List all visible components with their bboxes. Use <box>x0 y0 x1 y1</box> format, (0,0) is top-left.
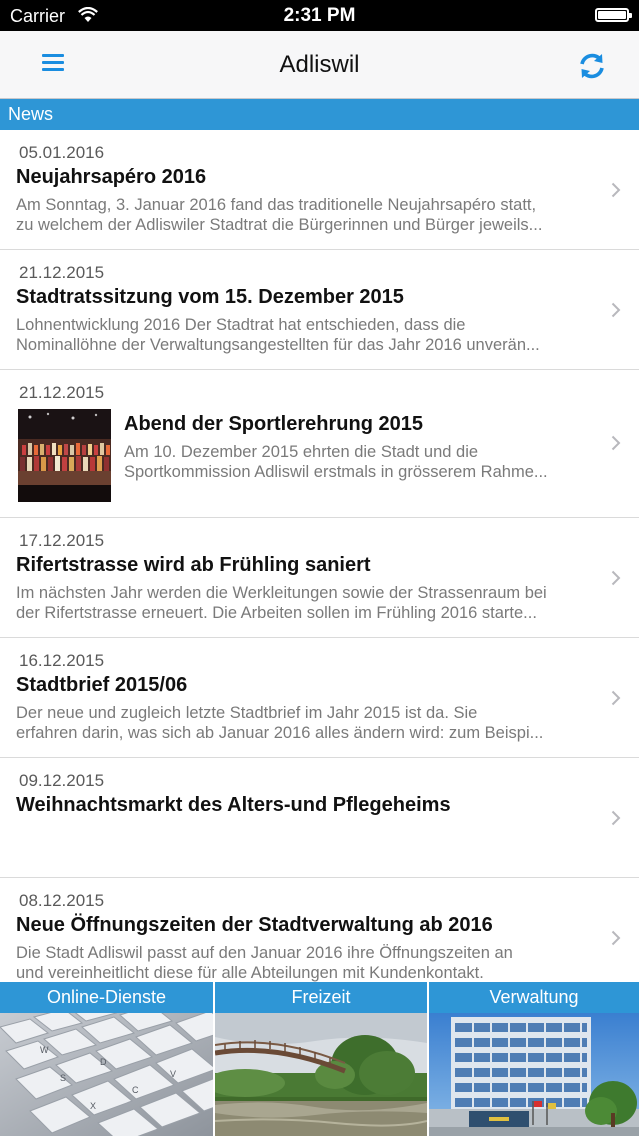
news-teaser-line: und vereinheitlicht diese für alle Abtei… <box>16 964 484 982</box>
tile-verwaltung[interactable]: Verwaltung <box>429 982 639 1136</box>
news-teaser-line: zu welchem der Adliswiler Stadtrat die B… <box>16 216 543 234</box>
news-teaser-line: Am Sonntag, 3. Januar 2016 fand das trad… <box>16 196 537 214</box>
chevron-right-icon <box>611 182 621 198</box>
news-teaser: Am Sonntag, 3. Januar 2016 fand das trad… <box>16 195 604 235</box>
news-item[interactable]: 17.12.2015 Rifertstrasse wird ab Frühlin… <box>0 518 639 638</box>
chevron-right-icon <box>611 302 621 318</box>
news-teaser: Lohnentwicklung 2016 Der Stadtrat hat en… <box>16 315 604 355</box>
news-teaser-line: erfahren darin, was sich ab Januar 2016 … <box>16 724 544 742</box>
news-date: 21.12.2015 <box>19 383 105 402</box>
news-item[interactable]: 16.12.2015 Stadtbrief 2015/06 Der neue u… <box>0 638 639 758</box>
news-item[interactable]: 08.12.2015 Neue Öffnungszeiten der Stadt… <box>0 878 639 982</box>
news-item[interactable]: 05.01.2016 Neujahrsapéro 2016 Am Sonntag… <box>0 130 639 250</box>
news-teaser-line: Am 10. Dezember 2015 ehrten die Stadt un… <box>124 443 479 461</box>
news-teaser-line: Lohnentwicklung 2016 Der Stadtrat hat en… <box>16 316 466 334</box>
news-teaser-line: Die Stadt Adliswil passt auf den Januar … <box>16 944 513 962</box>
news-title: Rifertstrasse wird ab Frühling saniert <box>16 554 371 576</box>
news-title: Abend der Sportlerehrung 2015 <box>124 413 423 435</box>
battery-icon <box>595 8 632 22</box>
news-item[interactable]: 21.12.2015 Stadtratssitzung vom 15. Deze… <box>0 250 639 370</box>
section-header-news: News <box>0 99 639 130</box>
tile-label: Online-Dienste <box>0 982 213 1013</box>
status-bar: Carrier 2:31 PM <box>0 0 639 31</box>
chevron-right-icon <box>611 435 621 451</box>
news-teaser: Die Stadt Adliswil passt auf den Januar … <box>16 943 604 982</box>
news-teaser: Im nächsten Jahr werden die Werkleitunge… <box>16 583 604 623</box>
news-date: 17.12.2015 <box>19 531 105 550</box>
news-teaser-line: Nominallöhne der Verwaltungsangestellten… <box>16 336 540 354</box>
svg-text:V: V <box>170 1069 176 1079</box>
news-teaser: Am 10. Dezember 2015 ehrten die Stadt un… <box>124 442 590 482</box>
svg-text:C: C <box>132 1085 139 1095</box>
news-date: 09.12.2015 <box>19 771 105 790</box>
news-title: Stadtbrief 2015/06 <box>16 674 188 696</box>
news-item[interactable]: 09.12.2015 Weihnachtsmarkt des Alters-un… <box>0 758 639 878</box>
news-teaser-line: der Rifertstrasse erneuert. Die Arbeiten… <box>16 604 537 622</box>
news-title: Neue Öffnungszeiten der Stadtverwaltung … <box>16 914 493 936</box>
news-date: 21.12.2015 <box>19 263 105 282</box>
refresh-icon[interactable] <box>575 49 609 83</box>
page-title: Adliswil <box>279 51 360 78</box>
chevron-right-icon <box>611 690 621 706</box>
tile-online-dienste[interactable]: Online-Dienste W S D X C V <box>0 982 213 1136</box>
tile-label: Freizeit <box>215 982 427 1013</box>
news-date: 08.12.2015 <box>19 891 105 910</box>
news-title: Neujahrsapéro 2016 <box>16 166 207 188</box>
tile-freizeit[interactable]: Freizeit <box>215 982 427 1136</box>
svg-text:S: S <box>60 1073 66 1083</box>
news-title: Weihnachtsmarkt des Alters-und Pflegehei… <box>16 794 451 816</box>
svg-text:D: D <box>100 1057 107 1067</box>
news-title: Stadtratssitzung vom 15. Dezember 2015 <box>16 286 404 308</box>
news-date: 16.12.2015 <box>19 651 105 670</box>
news-teaser-line: Im nächsten Jahr werden die Werkleitunge… <box>16 584 547 602</box>
news-teaser-line: Der neue und zugleich letzte Stadtbrief … <box>16 704 478 722</box>
chevron-right-icon <box>611 930 621 946</box>
chevron-right-icon <box>611 810 621 826</box>
clock: 2:31 PM <box>283 5 356 26</box>
news-item[interactable]: 21.12.2015 Abend der Sportlerehrung 2015… <box>0 370 639 518</box>
town-hall-building-image <box>429 1013 639 1136</box>
news-list[interactable]: 05.01.2016 Neujahrsapéro 2016 Am Sonntag… <box>0 130 639 982</box>
bridge-river-image <box>215 1013 427 1136</box>
news-thumbnail-image <box>18 409 111 502</box>
navigation-bar: Adliswil <box>0 31 639 99</box>
tile-label: Verwaltung <box>429 982 639 1013</box>
chevron-right-icon <box>611 570 621 586</box>
keyboard-image: W S D X C V <box>0 1013 213 1136</box>
bottom-navigation: Online-Dienste W S D X C V Freizeit Verw… <box>0 982 639 1136</box>
svg-text:X: X <box>90 1101 96 1111</box>
news-teaser-line: Sportkommission Adliswil erstmals in grö… <box>124 463 548 481</box>
news-teaser: Der neue und zugleich letzte Stadtbrief … <box>16 703 604 743</box>
news-date: 05.01.2016 <box>19 143 105 162</box>
svg-text:W: W <box>40 1045 49 1055</box>
